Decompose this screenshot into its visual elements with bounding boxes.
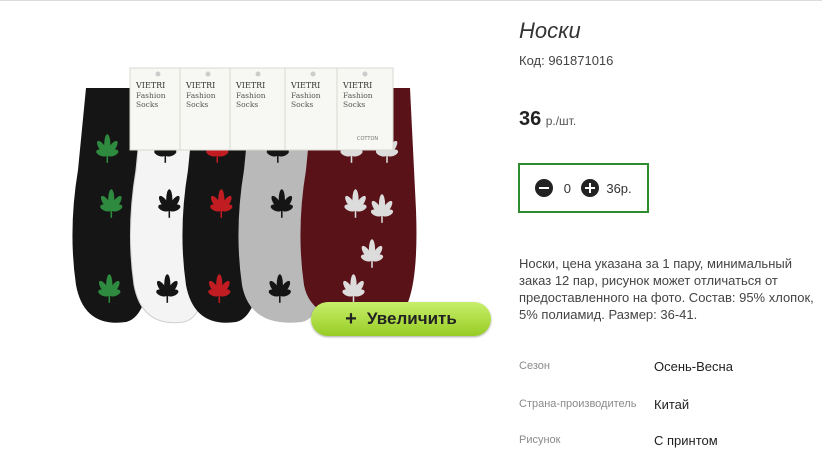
spec-value: Китай: [654, 396, 690, 412]
tag-line: Socks: [291, 100, 313, 109]
tag-line: Socks: [236, 100, 258, 109]
product-code: Код: 961871016: [519, 53, 614, 68]
product-title: Носки: [519, 18, 581, 43]
plus-circle-icon[interactable]: [581, 179, 600, 197]
spec-row: Сезон Осень-Весна: [519, 347, 734, 385]
product-price: 36 р./шт.: [519, 108, 576, 131]
top-divider: [0, 0, 822, 1]
spec-label: Страна-производитель: [519, 398, 637, 410]
quantity-stepper: 0 36р.: [518, 163, 649, 213]
spec-value: Осень-Весна: [654, 358, 733, 374]
spec-row: Рисунок С принтом: [519, 423, 734, 457]
tag-line: Socks: [186, 100, 208, 109]
tag-small: COTTON: [357, 136, 378, 142]
tag-line: Fashion: [136, 91, 166, 100]
sock-tag: VIETRIFashionSocks: [229, 67, 287, 151]
tag-line: Socks: [343, 100, 365, 109]
sock-tag: VIETRIFashionSocks: [179, 67, 237, 151]
tag-brand: VIETRI: [290, 81, 320, 90]
tag-brand: VIETRI: [235, 81, 265, 90]
price-unit: р./шт.: [545, 114, 577, 128]
tag-line: Fashion: [343, 91, 373, 100]
tag-line: Fashion: [186, 91, 216, 100]
tag-brand: VIETRI: [185, 81, 215, 90]
tag-line: Socks: [136, 100, 158, 109]
quantity-value[interactable]: 0: [560, 181, 574, 196]
zoom-button[interactable]: + Увеличить: [311, 302, 491, 336]
spec-row: Страна-производитель Китай: [519, 385, 734, 423]
spec-label: Сезон: [519, 360, 550, 372]
tag-line: Fashion: [236, 91, 266, 100]
specs-table: Сезон Осень-Весна Страна-производитель К…: [519, 347, 734, 457]
tag-line: Fashion: [291, 91, 321, 100]
sock-tag: VIETRIFashionSocks: [284, 67, 342, 151]
tag-brand: VIETRI: [342, 81, 372, 90]
spec-label: Рисунок: [519, 434, 561, 446]
minus-circle-icon[interactable]: [535, 179, 554, 197]
sock-tag: VIETRIFashionSocks: [129, 67, 187, 151]
tag-brand: VIETRI: [135, 81, 165, 90]
quantity-total: 36р.: [606, 180, 632, 196]
sock-tag: VIETRIFashionSocks COTTON: [336, 67, 394, 151]
price-value: 36: [519, 108, 542, 130]
product-description: Носки, цена указана за 1 пару, минимальн…: [519, 256, 814, 322]
plus-icon: +: [345, 308, 357, 330]
spec-value: С принтом: [654, 432, 718, 448]
zoom-button-label: Увеличить: [366, 309, 457, 328]
